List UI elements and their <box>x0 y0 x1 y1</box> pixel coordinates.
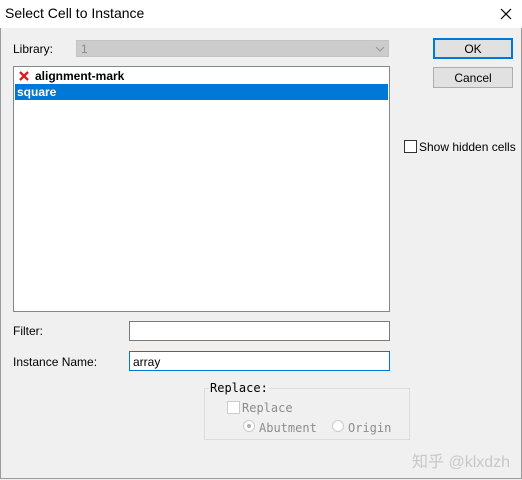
filter-input[interactable] <box>129 321 390 341</box>
show-hidden-label: Show hidden cells <box>419 140 516 154</box>
library-label: Library: <box>13 42 54 56</box>
radio-selected-dot <box>247 424 251 428</box>
watermark: 知乎 @klxdzh <box>412 454 511 471</box>
window-title: Select Cell to Instance <box>5 5 145 21</box>
list-item-alignment-mark[interactable]: alignment-mark <box>15 68 388 84</box>
list-item-square[interactable]: square <box>15 84 388 100</box>
replace-label: Replace <box>242 401 293 415</box>
instance-name-value: array <box>133 355 161 369</box>
origin-label: Origin <box>348 421 392 435</box>
title-bar: Select Cell to Instance <box>0 0 522 28</box>
ok-button[interactable]: OK <box>433 38 513 59</box>
abutment-radio[interactable] <box>243 420 255 432</box>
list-item-label: alignment-mark <box>35 69 125 83</box>
replace-legend: Replace: <box>209 381 269 395</box>
replace-checkbox[interactable] <box>227 401 240 414</box>
instance-name-input[interactable]: array <box>129 351 390 371</box>
library-combo[interactable]: 1 <box>76 40 389 57</box>
cell-listbox[interactable]: alignment-mark square <box>13 66 390 312</box>
instance-name-label: Instance Name: <box>13 355 98 369</box>
origin-radio[interactable] <box>332 420 344 432</box>
close-button[interactable] <box>490 0 522 28</box>
cancel-button[interactable]: Cancel <box>433 67 513 88</box>
close-icon <box>500 8 512 20</box>
list-item-label: square <box>17 85 57 99</box>
red-x-icon <box>19 71 29 81</box>
abutment-label: Abutment <box>259 421 317 435</box>
chevron-down-icon <box>375 46 385 52</box>
filter-label: Filter: <box>13 324 43 338</box>
library-value: 1 <box>81 42 88 56</box>
show-hidden-checkbox[interactable] <box>404 140 417 153</box>
